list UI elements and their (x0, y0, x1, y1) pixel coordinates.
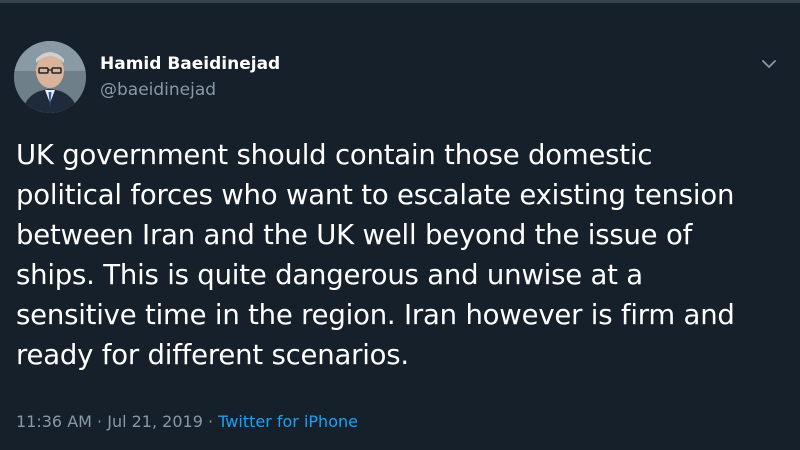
tweet-meta: 11:36 AM · Jul 21, 2019 · Twitter for iP… (16, 411, 358, 433)
tweet-source-link[interactable]: Twitter for iPhone (218, 412, 358, 431)
meta-separator: · (97, 412, 103, 431)
author-info[interactable]: Hamid Baeidinejad @baeidinejad (100, 53, 280, 101)
tweet-date[interactable]: Jul 21, 2019 (107, 412, 203, 431)
avatar[interactable] (14, 41, 86, 113)
tweet-card: Hamid Baeidinejad @baeidinejad UK govern… (0, 0, 800, 450)
chevron-down-icon[interactable] (760, 55, 778, 73)
author-display-name[interactable]: Hamid Baeidinejad (100, 53, 280, 75)
author-handle[interactable]: @baeidinejad (100, 79, 280, 101)
tweet-text: UK government should contain those domes… (16, 139, 735, 371)
tweet-time[interactable]: 11:36 AM (16, 412, 92, 431)
meta-separator: · (207, 412, 214, 431)
